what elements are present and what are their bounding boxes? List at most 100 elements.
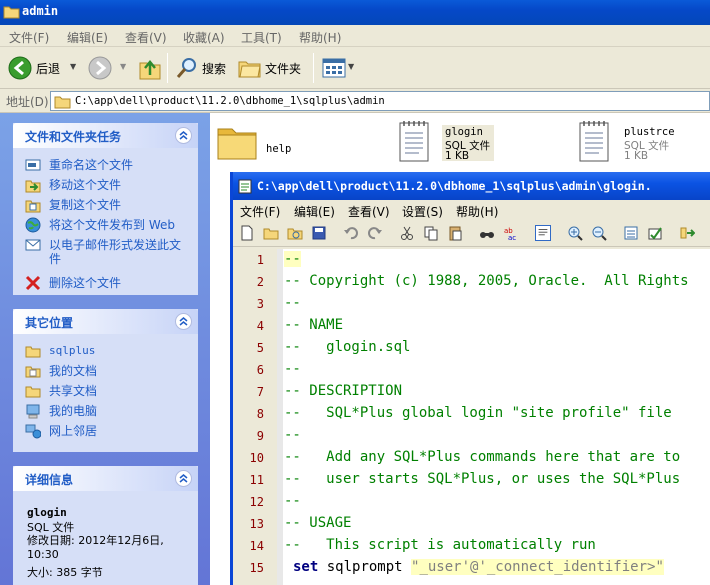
code-line: 8 -- SQL*Plus global login "site profile… bbox=[238, 403, 710, 425]
line-text: -- This script is automatically run bbox=[284, 537, 596, 553]
cut-icon[interactable] bbox=[399, 225, 415, 241]
sql-keyword: set bbox=[293, 559, 319, 575]
line-text: -- bbox=[284, 427, 301, 443]
task-email[interactable]: 以电子邮件形式发送此文件 bbox=[25, 237, 190, 266]
code-line: 13 -- USAGE bbox=[238, 513, 710, 535]
line-text: -- bbox=[284, 295, 301, 311]
file-tasks-header[interactable]: 文件和文件夹任务 bbox=[13, 123, 198, 148]
find-icon[interactable] bbox=[479, 225, 495, 241]
views-icon[interactable] bbox=[322, 57, 346, 79]
code-editor[interactable]: 1 -- 2 -- Copyright (c) 1988, 2005, Orac… bbox=[238, 249, 710, 585]
file-item-help[interactable]: help bbox=[216, 121, 326, 171]
menu-edit[interactable]: 编辑(E) bbox=[67, 29, 108, 46]
place-label[interactable]: 我的电脑 bbox=[49, 404, 97, 418]
zoom-out-icon[interactable] bbox=[591, 225, 607, 241]
line-text: -- bbox=[284, 493, 301, 509]
address-input[interactable]: C:\app\dell\product\11.2.0\dbhome_1\sqlp… bbox=[50, 91, 710, 111]
code-line: 2 -- Copyright (c) 1988, 2005, Oracle. A… bbox=[238, 271, 710, 293]
forward-dropdown-icon[interactable]: ▼ bbox=[120, 62, 126, 71]
reload-icon[interactable] bbox=[287, 225, 303, 241]
file-name: plustrce bbox=[624, 126, 675, 138]
panel-title: 文件和文件夹任务 bbox=[25, 130, 122, 144]
line-number: 10 bbox=[249, 451, 264, 465]
my-computer-icon bbox=[26, 404, 40, 419]
run-icon[interactable] bbox=[679, 225, 695, 241]
editor-window: C:\app\dell\product\11.2.0\dbhome_1\sqlp… bbox=[230, 172, 710, 585]
views-dropdown-icon[interactable]: ▼ bbox=[348, 62, 354, 71]
editor-menu-settings[interactable]: 设置(S) bbox=[402, 203, 443, 220]
place-label[interactable]: 我的文档 bbox=[49, 364, 97, 378]
line-text: -- Copyright (c) 1988, 2005, Oracle. All… bbox=[284, 273, 689, 289]
back-arrow-icon[interactable] bbox=[8, 56, 32, 80]
copy-icon[interactable] bbox=[423, 225, 439, 241]
line-text: -- Add any SQL*Plus commands here that a… bbox=[284, 449, 681, 465]
paste-icon[interactable] bbox=[447, 225, 463, 241]
sql-command: sqlprompt bbox=[318, 559, 412, 575]
file-tasks-panel: 文件和文件夹任务 重命名这个文件 移动这个文件 复制这个文件 将这个文件发布到 … bbox=[13, 123, 198, 295]
folders-button[interactable]: 文件夹 bbox=[265, 60, 301, 77]
task-label[interactable]: 复制这个文件 bbox=[49, 198, 121, 212]
menu-file[interactable]: 文件(F) bbox=[9, 29, 49, 46]
network-places-icon bbox=[25, 424, 41, 439]
collapse-chevron-icon[interactable] bbox=[175, 127, 192, 144]
save-icon[interactable] bbox=[311, 225, 327, 241]
forward-arrow-icon[interactable] bbox=[88, 56, 112, 80]
collapse-chevron-icon[interactable] bbox=[175, 470, 192, 487]
editor-menu-edit[interactable]: 编辑(E) bbox=[294, 203, 335, 220]
code-line: 15 set sqlprompt "_user'@'_connect_ident… bbox=[238, 557, 710, 579]
task-label[interactable]: 删除这个文件 bbox=[49, 276, 121, 290]
collapse-chevron-icon[interactable] bbox=[175, 313, 192, 330]
line-text: -- DESCRIPTION bbox=[284, 383, 403, 399]
task-label[interactable]: 将这个文件发布到 Web bbox=[49, 218, 175, 232]
line-text: -- user starts SQL*Plus, or uses the SQL… bbox=[284, 471, 681, 487]
code-line: 1 -- bbox=[238, 249, 710, 271]
back-button[interactable]: 后退 bbox=[36, 60, 60, 77]
task-label[interactable]: 重命名这个文件 bbox=[49, 158, 133, 172]
search-icon[interactable] bbox=[175, 56, 199, 80]
place-label[interactable]: 网上邻居 bbox=[49, 424, 97, 438]
code-line: 11 -- user starts SQL*Plus, or uses the … bbox=[238, 469, 710, 491]
open-file-icon[interactable] bbox=[263, 225, 279, 241]
editor-menu-help[interactable]: 帮助(H) bbox=[456, 203, 498, 220]
editor-toolbar: ab ac bbox=[233, 221, 710, 247]
code-line: 3 -- bbox=[238, 293, 710, 315]
details-header[interactable]: 详细信息 bbox=[13, 466, 198, 491]
macro-icon[interactable] bbox=[647, 225, 663, 241]
editor-menu-view[interactable]: 查看(V) bbox=[348, 203, 390, 220]
show-all-chars-icon[interactable] bbox=[623, 225, 639, 241]
menu-help[interactable]: 帮助(H) bbox=[299, 29, 341, 46]
line-number: 14 bbox=[249, 539, 264, 553]
replace-icon[interactable]: abac bbox=[503, 225, 519, 241]
redo-icon[interactable] bbox=[367, 225, 383, 241]
line-text: -- bbox=[284, 251, 301, 267]
editor-menu-file[interactable]: 文件(F) bbox=[240, 203, 280, 220]
file-item-glogin[interactable]: glogin SQL 文件 1 KB bbox=[396, 119, 506, 171]
task-label[interactable]: 以电子邮件形式发送此文件 bbox=[49, 238, 189, 266]
file-item-plustrce[interactable]: plustrce SQL 文件 1 KB bbox=[576, 119, 696, 171]
code-line: 9 -- bbox=[238, 425, 710, 447]
zoom-in-icon[interactable] bbox=[567, 225, 583, 241]
code-line: 12 -- bbox=[238, 491, 710, 513]
notepadpp-icon bbox=[238, 179, 252, 194]
new-file-icon[interactable] bbox=[239, 225, 255, 241]
word-wrap-icon[interactable] bbox=[535, 225, 551, 241]
other-places-header[interactable]: 其它位置 bbox=[13, 309, 198, 334]
folders-icon[interactable] bbox=[238, 57, 262, 79]
delete-icon bbox=[25, 275, 41, 291]
place-label[interactable]: 共享文档 bbox=[49, 384, 97, 398]
menu-view[interactable]: 查看(V) bbox=[125, 29, 167, 46]
place-label[interactable]: sqlplus bbox=[49, 344, 95, 358]
shared-documents-icon bbox=[25, 386, 41, 398]
search-button[interactable]: 搜索 bbox=[202, 60, 226, 77]
undo-icon[interactable] bbox=[343, 225, 359, 241]
line-number: 6 bbox=[256, 363, 264, 377]
code-line: 6 -- bbox=[238, 359, 710, 381]
line-text: set sqlprompt "_user'@'_connect_identifi… bbox=[293, 559, 664, 575]
editor-title: C:\app\dell\product\11.2.0\dbhome_1\sqlp… bbox=[257, 179, 652, 193]
menu-favorites[interactable]: 收藏(A) bbox=[183, 29, 225, 46]
menu-tools[interactable]: 工具(T) bbox=[241, 29, 282, 46]
svg-text:ac: ac bbox=[508, 234, 516, 241]
back-dropdown-icon[interactable]: ▼ bbox=[70, 62, 76, 71]
up-folder-icon[interactable] bbox=[138, 55, 162, 81]
task-label[interactable]: 移动这个文件 bbox=[49, 178, 121, 192]
